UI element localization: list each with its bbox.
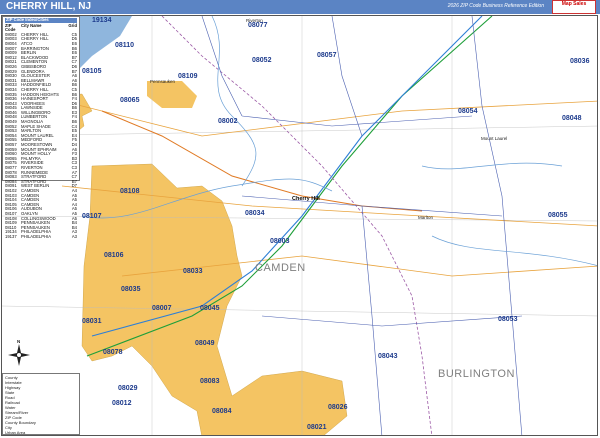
zip-label-08031: 08031 (82, 318, 102, 325)
map-title: CHERRY HILL, NJ (6, 1, 92, 12)
zip-label-08077: 08077 (248, 22, 268, 29)
zip-label-08033: 08033 (183, 268, 203, 275)
compass-rose (8, 344, 30, 366)
zip-label-08057: 08057 (317, 52, 337, 59)
zip-label-08043: 08043 (378, 353, 398, 360)
place-label-riverton: Riverton (246, 18, 263, 23)
zip-label-08029: 08029 (118, 385, 138, 392)
place-label-pennsauken: Pennsauken (150, 79, 176, 84)
city-name-cell: PHILADELPHIA (21, 233, 52, 239)
zip-label-08083: 08083 (200, 378, 220, 385)
zip-label-08007: 08007 (152, 305, 172, 312)
zip-label-08035: 08035 (121, 286, 141, 293)
zip-label-08109: 08109 (178, 73, 198, 80)
urban-area-south (81, 163, 348, 435)
place-label-mount-laurel: Mount Laurel (481, 136, 508, 141)
zip-label-08108: 08108 (120, 188, 140, 195)
zip-label-08002: 08002 (218, 118, 238, 125)
zip-index-panel: ZIP Code Index/Cities ZIP Code City Name… (2, 16, 80, 239)
compass-icon (8, 344, 30, 366)
zip-label-08054: 08054 (458, 108, 478, 115)
zip-label-08065: 08065 (120, 97, 140, 104)
county-label-camden: CAMDEN (255, 262, 306, 274)
city-label-cherry-hill: Cherry Hill (292, 196, 320, 202)
map-legend: County Interstate Highway State Road Railroad… (2, 373, 80, 435)
county-label-burlington: BURLINGTON (438, 368, 515, 380)
zip-label-08048: 08048 (562, 115, 582, 122)
edition-label: 2026 ZIP Code Business Reference Edition (447, 3, 544, 9)
zip-label-08003: 08003 (270, 238, 290, 245)
zip-label-08055: 08055 (548, 212, 568, 219)
zip-index-row: 19137 PHILADELPHIA A3 (5, 233, 77, 240)
legend-item: Urban Area (5, 430, 26, 435)
grid-cell: A3 (71, 233, 77, 239)
zip-label-08012: 08012 (112, 400, 132, 407)
zip-label-08106: 08106 (104, 252, 124, 259)
zip-label-08105: 08105 (82, 68, 102, 75)
zip-label-08026: 08026 (328, 404, 348, 411)
zip-label-08107: 08107 (82, 213, 102, 220)
publisher-logo: Map Sales (552, 0, 596, 14)
zip-label-08052: 08052 (252, 57, 272, 64)
place-label-marlton: Marlton (418, 215, 434, 220)
zip-label-19134: 19134 (92, 17, 112, 24)
zip-label-08021: 08021 (307, 424, 327, 431)
zip-code-cell: 19137 (5, 233, 17, 239)
zip-label-08110: 08110 (115, 42, 135, 49)
zip-label-08036: 08036 (570, 58, 590, 65)
urban-area-pennsauken (147, 81, 197, 108)
map-header: CHERRY HILL, NJ 2026 ZIP Code Business R… (0, 0, 600, 14)
zip-label-08034: 08034 (245, 210, 265, 217)
compass-label: N (17, 339, 21, 344)
logo-text: Map Sales (561, 1, 587, 7)
zip-index-title: ZIP Code Index/Cities (5, 17, 77, 23)
zip-label-08078: 08078 (103, 349, 123, 356)
zip-label-08049: 08049 (195, 340, 215, 347)
zip-index-rows: 08002 CHERRY HILL C5 08003 CHERRY HILL D5 0800… (5, 32, 77, 240)
zip-label-08045: 08045 (200, 305, 220, 312)
zip-label-08053: 08053 (498, 316, 518, 323)
zip-label-08084: 08084 (212, 408, 232, 415)
